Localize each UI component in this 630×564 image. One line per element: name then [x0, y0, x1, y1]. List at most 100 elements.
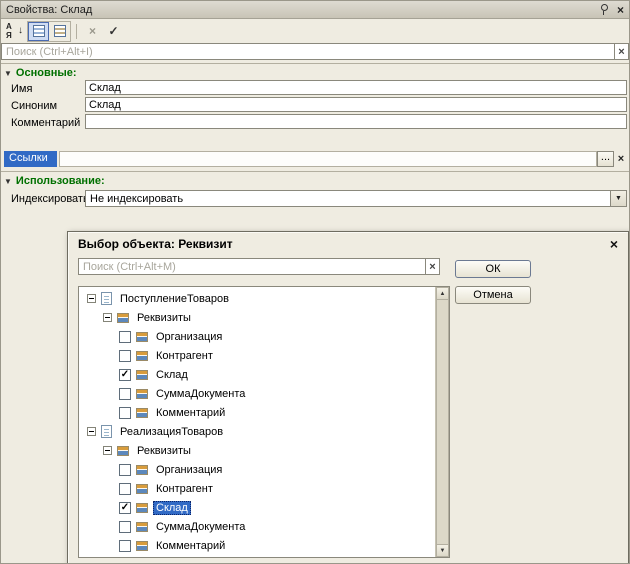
close-icon[interactable]: × [617, 3, 624, 17]
tree-item-label[interactable]: Склад [153, 501, 191, 515]
links-property-label[interactable]: Ссылки [4, 151, 57, 167]
tree-rows: ПоступлениеТоваров Реквизиты Организация Ко… [79, 287, 435, 557]
tree-checkbox[interactable] [119, 407, 131, 419]
attribute-icon [117, 446, 129, 456]
tree-item-label[interactable]: СуммаДокумента [153, 387, 248, 401]
tree-item-label[interactable]: Реквизиты [134, 311, 194, 325]
tree-checkbox[interactable]: ✓ [119, 369, 131, 381]
tree-checkbox[interactable] [119, 331, 131, 343]
tree-item-label[interactable]: Организация [153, 463, 225, 477]
tree-item[interactable]: Реквизиты [79, 308, 435, 327]
collapse-node-icon[interactable] [87, 427, 96, 436]
index-label: Индексировать [11, 193, 89, 205]
apply-icon[interactable]: ✓ [103, 22, 124, 41]
links-value-field[interactable] [59, 151, 597, 167]
tree-item[interactable]: СуммаДокумента [79, 517, 435, 536]
collapse-node-icon[interactable] [87, 294, 96, 303]
search-input[interactable] [2, 44, 614, 59]
tree-item-label[interactable]: СуммаДокумента [153, 520, 248, 534]
properties-window: Свойства: Склад × А Я ↓ × ✓ × ▼ Основные… [0, 0, 630, 564]
tree-item-label[interactable]: Реквизиты [134, 444, 194, 458]
tree-indent [79, 393, 119, 394]
tree-item-label[interactable]: Контрагент [153, 482, 216, 496]
tree-checkbox[interactable] [119, 388, 131, 400]
check-glyph: ✓ [108, 24, 118, 38]
tree-item[interactable]: ✓ Склад [79, 365, 435, 384]
scroll-up-icon[interactable]: ▲ [436, 287, 449, 300]
section-usage[interactable]: ▼ Использование: [1, 171, 629, 188]
index-combobox[interactable]: Не индексировать ▼ [85, 190, 627, 207]
synonym-field[interactable] [85, 97, 627, 112]
tree-checkbox[interactable] [119, 350, 131, 362]
list-rows-glyph [33, 25, 45, 37]
dialog-search-clear-icon[interactable]: × [425, 259, 439, 274]
dropdown-icon[interactable]: ▼ [610, 191, 626, 206]
links-more-button[interactable]: ... [597, 151, 614, 167]
tree-indent [79, 469, 119, 470]
category-view-icon[interactable] [49, 22, 70, 41]
attribute-icon [117, 313, 129, 323]
tree-item-label[interactable]: РеализацияТоваров [117, 425, 226, 439]
scroll-down-icon[interactable]: ▼ [436, 544, 449, 557]
tree-item[interactable]: Организация [79, 327, 435, 346]
tree-item[interactable]: ✓ Склад [79, 498, 435, 517]
tree-item-label[interactable]: Склад [153, 368, 191, 382]
sort-glyph: А Я ↓ [6, 23, 23, 39]
tree-item-label[interactable]: ПоступлениеТоваров [117, 292, 232, 306]
view-toggle-group [27, 21, 71, 42]
pin-icon[interactable] [599, 3, 609, 16]
sort-alphabet-icon[interactable]: А Я ↓ [4, 22, 25, 41]
tree-indent [79, 412, 119, 413]
sort-arrow-icon: ↓ [18, 25, 23, 36]
collapse-triangle-icon[interactable]: ▼ [4, 177, 12, 186]
tree-item[interactable]: Контрагент [79, 479, 435, 498]
index-value: Не индексировать [86, 191, 610, 206]
sort-letter-a: А [6, 22, 12, 31]
tree-indent [79, 450, 103, 451]
tree-item-label[interactable]: Организация [153, 330, 225, 344]
tree-checkbox[interactable] [119, 521, 131, 533]
attribute-icon [136, 408, 148, 418]
section-main[interactable]: ▼ Основные: [1, 63, 629, 80]
name-field[interactable] [85, 80, 627, 95]
tree-item[interactable]: Организация [79, 460, 435, 479]
dialog-search-input[interactable] [79, 259, 425, 274]
tree-checkbox[interactable] [119, 483, 131, 495]
list-view-icon[interactable] [28, 22, 49, 41]
dialog-title: Выбор объекта: Реквизит [78, 237, 610, 251]
tree-item[interactable]: Комментарий [79, 536, 435, 555]
tree-indent [79, 488, 119, 489]
tree-item[interactable]: ПоступлениеТоваров [79, 289, 435, 308]
collapse-triangle-icon[interactable]: ▼ [4, 69, 12, 78]
scroll-thumb[interactable] [436, 300, 449, 544]
attribute-icon [136, 484, 148, 494]
comment-field[interactable] [85, 114, 627, 129]
tree-indent [79, 317, 103, 318]
cancel-button[interactable]: Отмена [455, 286, 531, 304]
collapse-node-icon[interactable] [103, 313, 112, 322]
dialog-close-icon[interactable]: × [610, 236, 618, 252]
attribute-icon [136, 370, 148, 380]
tree-indent [79, 431, 87, 432]
tree-item[interactable]: СуммаДокумента [79, 384, 435, 403]
links-clear-icon[interactable]: × [614, 151, 628, 167]
category-rows-glyph [54, 25, 66, 37]
vertical-scrollbar[interactable]: ▲ ▼ [435, 287, 449, 557]
tree-item-label[interactable]: Комментарий [153, 406, 228, 420]
tree-checkbox[interactable] [119, 540, 131, 552]
tree-item[interactable]: Реквизиты [79, 441, 435, 460]
ok-button[interactable]: ОК [455, 260, 531, 278]
search-clear-icon[interactable]: × [614, 44, 628, 59]
dialog-search: × [78, 258, 440, 275]
tree-item[interactable]: Комментарий [79, 403, 435, 422]
tree-item-label[interactable]: Контрагент [153, 349, 216, 363]
tree-checkbox[interactable]: ✓ [119, 502, 131, 514]
tree-item[interactable]: Контрагент [79, 346, 435, 365]
collapse-node-icon[interactable] [103, 446, 112, 455]
name-label: Имя [11, 83, 32, 95]
tree-checkbox[interactable] [119, 464, 131, 476]
attribute-icon [136, 522, 148, 532]
tree-item[interactable]: РеализацияТоваров [79, 422, 435, 441]
tree-item-label[interactable]: Комментарий [153, 539, 228, 553]
tree-indent [79, 507, 119, 508]
